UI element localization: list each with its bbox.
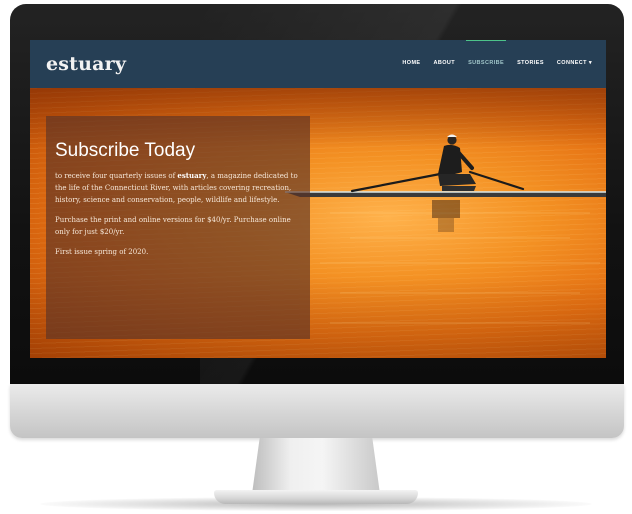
hero-section: Subscribe Today to receive four quarterl… (30, 88, 606, 358)
nav-home[interactable]: HOME (402, 60, 420, 66)
nav-about[interactable]: ABOUT (434, 60, 456, 66)
oars (350, 170, 525, 193)
intro-text: to receive four quarterly issues of (55, 172, 178, 180)
website-screen: estuary HOME ABOUT SUBSCRIBE STORIES CON… (30, 40, 606, 358)
top-navbar: estuary HOME ABOUT SUBSCRIBE STORIES CON… (30, 40, 606, 88)
subscribe-card: Subscribe Today to receive four quarterl… (46, 116, 310, 339)
monitor-stand (252, 438, 380, 494)
nav-stories[interactable]: STORIES (517, 60, 544, 66)
brand-name: estuary (177, 171, 207, 180)
rowing-shell (285, 191, 606, 197)
monitor-mockup: estuary HOME ABOUT SUBSCRIBE STORIES CON… (0, 0, 632, 514)
subscribe-description: to receive four quarterly issues of estu… (55, 170, 305, 266)
water-ripples (320, 212, 600, 324)
pricing-paragraph: Purchase the print and online versions f… (55, 216, 291, 236)
rower-figure (438, 134, 476, 191)
nav-subscribe[interactable]: SUBSCRIBE (466, 40, 507, 66)
subscribe-heading: Subscribe Today (55, 140, 196, 161)
monitor-stand-base (214, 490, 418, 504)
intro-paragraph: to receive four quarterly issues of estu… (55, 170, 305, 206)
monitor-chin (10, 384, 624, 438)
rower-reflection (432, 200, 460, 232)
nav-connect[interactable]: CONNECT ▾ (557, 60, 592, 66)
first-issue-paragraph: First issue spring of 2020. (55, 248, 149, 256)
site-logo[interactable]: estuary (46, 53, 126, 75)
main-nav: HOME ABOUT SUBSCRIBE STORIES CONNECT ▾ (402, 40, 592, 66)
